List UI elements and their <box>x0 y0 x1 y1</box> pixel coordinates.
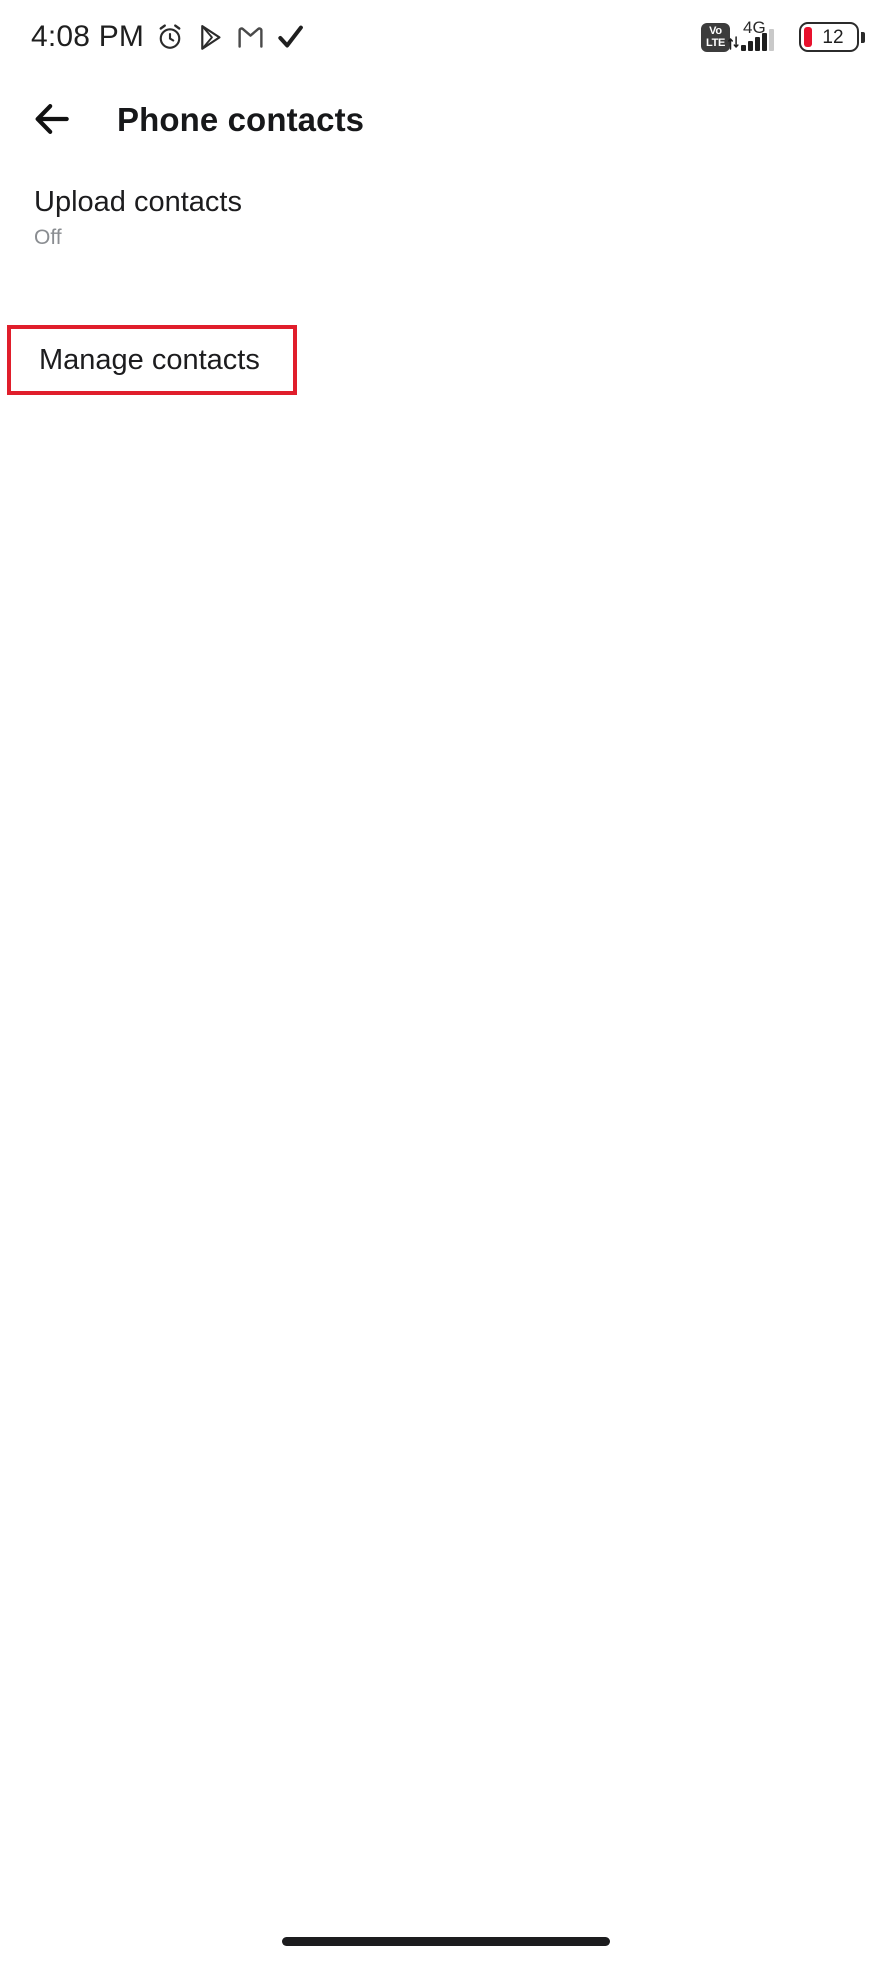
status-bar-clock: 4:08 PM <box>31 20 145 53</box>
gmail-icon <box>238 26 263 48</box>
signal-strength-icon: 4G <box>727 19 789 54</box>
battery-level-text: 12 <box>822 26 844 48</box>
signal-bars <box>741 29 774 51</box>
volte-bottom-text: LTE <box>705 36 726 49</box>
checkmark-icon <box>278 25 304 47</box>
battery-icon: 12 <box>799 22 865 52</box>
battery-cap <box>861 31 865 43</box>
app-bar: Phone contacts <box>0 74 891 164</box>
volte-icon: Vo LTE <box>701 22 730 52</box>
navigation-bar <box>0 1916 891 1980</box>
upload-contacts-status: Off <box>34 226 62 250</box>
back-button[interactable] <box>16 83 88 155</box>
status-bar-left-group: 4:08 PM <box>31 22 305 52</box>
status-bar-right-group: Vo LTE 4G 12 <box>701 19 865 54</box>
setting-row-manage-contacts[interactable]: Manage contacts <box>7 325 297 395</box>
volte-top-text: Vo <box>709 24 722 37</box>
data-transfer-arrows-icon <box>727 36 739 50</box>
manage-contacts-title: Manage contacts <box>39 343 260 376</box>
alarm-clock-icon <box>159 24 181 49</box>
setting-row-upload-contacts[interactable]: Upload contacts Off <box>0 164 891 272</box>
battery-body: 12 <box>799 22 859 52</box>
home-gesture-pill[interactable] <box>281 1936 610 1946</box>
settings-list: Upload contacts Off <box>0 164 891 272</box>
play-store-icon <box>201 24 221 50</box>
page-title: Phone contacts <box>117 100 365 138</box>
upload-contacts-title: Upload contacts <box>34 186 242 218</box>
back-arrow-icon <box>35 104 69 134</box>
status-bar: 4:08 PM Vo LTE 4G 12 <box>0 0 891 74</box>
